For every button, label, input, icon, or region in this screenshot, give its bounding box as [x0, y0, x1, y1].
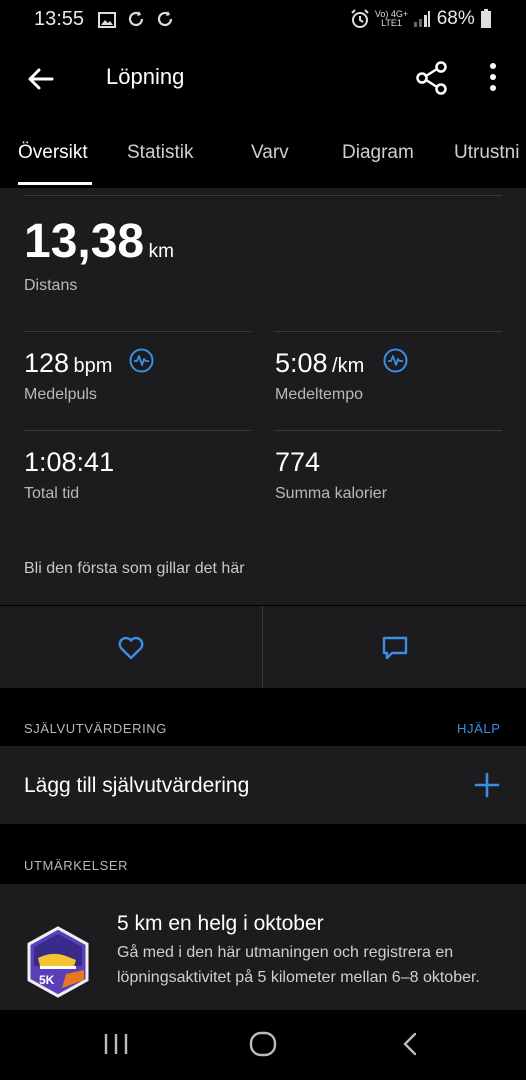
add-self-eval-label: Lägg till självutvärdering [24, 774, 250, 797]
heart-rate-block: 128 bpm [24, 348, 112, 379]
system-nav-bar [0, 1010, 526, 1080]
divider [275, 430, 502, 431]
distance-block: 13,38 km [24, 214, 174, 269]
comment-icon[interactable] [381, 634, 409, 662]
pace-block: 5:08 /km [275, 348, 364, 379]
active-tab-indicator [18, 182, 92, 185]
home-icon[interactable] [249, 1030, 277, 1058]
tab-utrustning[interactable]: Utrustni [454, 142, 519, 164]
sync-icon-2 [157, 11, 173, 27]
tab-varv[interactable]: Varv [251, 142, 289, 164]
status-time: 13:55 [34, 8, 85, 30]
calories-value: 774 [275, 447, 321, 477]
pace-info-icon[interactable] [383, 348, 408, 373]
add-self-eval-row[interactable]: Lägg till självutvärdering [0, 746, 526, 824]
actions-divider [262, 606, 263, 688]
actions-row [0, 606, 526, 688]
badge-description: Gå med i den här utmaningen och registre… [117, 944, 480, 986]
distance-value: 13,38 [24, 215, 145, 268]
plus-icon[interactable] [474, 772, 500, 798]
calories-label: Summa kalorier [275, 485, 388, 502]
distance-unit: km [148, 241, 174, 262]
pace-unit: /km [332, 355, 365, 377]
battery-percent: 68% [436, 8, 475, 29]
divider [24, 195, 502, 196]
status-right: Vo) 4G+ LTE1 68% [350, 8, 492, 30]
divider [275, 331, 502, 332]
summary-panel: 13,38 km Distans 128 bpm Medelpuls 5:08 … [0, 188, 526, 605]
heart-rate-label: Medelpuls [24, 386, 97, 403]
back-arrow-icon[interactable] [24, 62, 58, 96]
tab-diagram[interactable]: Diagram [342, 142, 414, 164]
tab-oversikt[interactable]: Översikt [18, 142, 88, 164]
page-title: Löpning [106, 64, 185, 89]
heart-rate-unit: bpm [73, 355, 113, 377]
status-bar: 13:55 Vo) 4G+ LTE1 68% [0, 0, 526, 38]
back-nav-icon[interactable] [400, 1032, 420, 1056]
pace-label: Medeltempo [275, 386, 364, 403]
notification-icons [98, 10, 174, 33]
badge-title: 5 km en helg i oktober [117, 912, 324, 935]
tab-bar: Översikt Statistik Varv Diagram Utrustni [0, 118, 526, 188]
total-time-value: 1:08:41 [24, 447, 115, 477]
pace-value: 5:08 [275, 348, 328, 378]
help-link[interactable]: HJÄLP [457, 721, 500, 736]
more-vert-icon[interactable] [480, 58, 506, 96]
gallery-icon [98, 12, 116, 28]
tab-statistik[interactable]: Statistik [127, 142, 194, 164]
badges-header: UTMÄRKELSER [24, 858, 129, 873]
pulse-icon[interactable] [129, 348, 154, 373]
divider [24, 430, 251, 431]
5k-badge-icon: 5K [27, 926, 89, 998]
network-type: Vo) 4G+ LTE1 [375, 9, 408, 28]
likes-text: Bli den första som gillar det här [24, 560, 245, 577]
share-icon[interactable] [414, 60, 450, 96]
heart-icon[interactable] [117, 634, 145, 662]
heart-rate-value: 128 [24, 348, 70, 378]
network-line-2: LTE1 [381, 17, 402, 28]
badge-card[interactable]: 5K 5 km en helg i oktober Gå med i den h… [0, 884, 526, 1010]
sync-icon [128, 11, 144, 27]
app-bar: Löpning [0, 38, 526, 118]
badge-5k-text: 5K [39, 973, 55, 987]
alarm-icon [350, 9, 369, 28]
battery-icon [481, 8, 491, 28]
signal-icon [414, 10, 431, 27]
distance-label: Distans [24, 277, 78, 294]
recent-apps-icon[interactable] [103, 1032, 129, 1056]
total-time-label: Total tid [24, 485, 80, 502]
self-eval-header: SJÄLVUTVÄRDERING [24, 721, 167, 736]
divider [24, 331, 251, 332]
